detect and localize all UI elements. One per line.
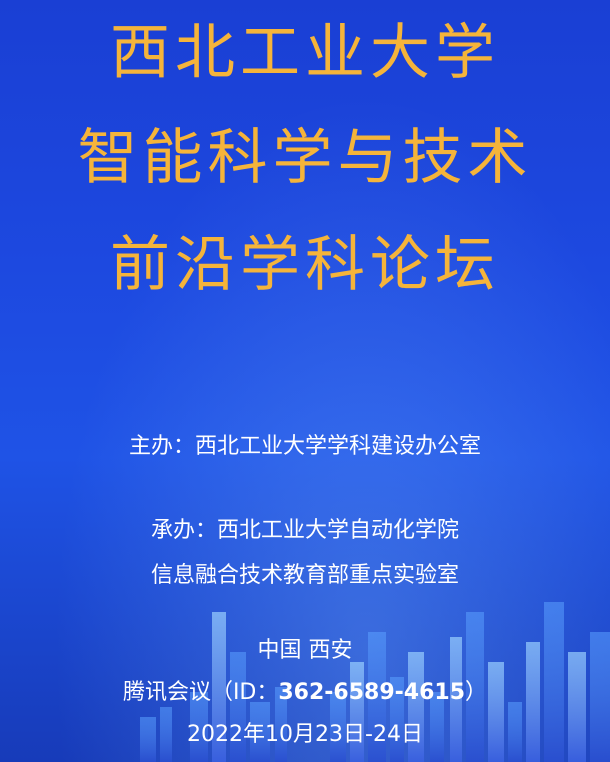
coorganizer-line: 承办：西北工业大学自动化学院 (0, 518, 610, 544)
organizer-line: 主办：西北工业大学学科建设办公室 (0, 434, 610, 460)
organizer-label: 主办： (128, 434, 195, 459)
coorganizer-line-2: 信息融合技术教育部重点实验室 (150, 563, 459, 588)
event-date: 2022年10月23日-24日 (187, 722, 423, 747)
forum-title-line-1: 西北工业大学 (110, 18, 500, 88)
coorganizer-label: 承办： (150, 518, 217, 543)
meeting-id: 362-6589-4615 (278, 680, 466, 705)
meeting-prefix: 腾讯会议（ID： (122, 680, 279, 705)
meeting-suffix: ） (465, 680, 488, 705)
organizer-value: 西北工业大学学科建设办公室 (195, 434, 482, 459)
coorganizer-value-1: 西北工业大学自动化学院 (217, 518, 460, 543)
meeting-line: 腾讯会议（ID：362-6589-4615） (0, 680, 610, 706)
forum-title-line-2: 智能科学与技术 (77, 123, 533, 193)
location: 中国 西安 (257, 638, 353, 663)
forum-title-line-3: 前沿学科论坛 (110, 230, 500, 300)
